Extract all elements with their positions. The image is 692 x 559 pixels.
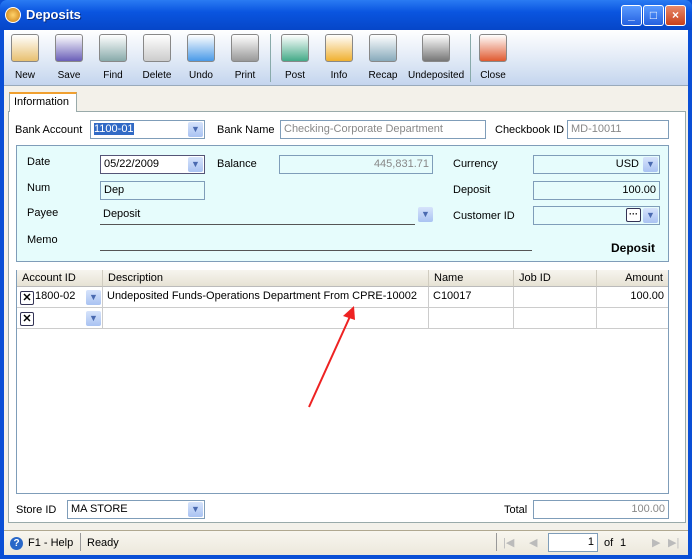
chevron-down-icon[interactable]: ▼ — [188, 502, 203, 517]
total-field: 100.00 — [533, 500, 669, 519]
store-id-value: MA STORE — [71, 503, 128, 515]
store-id-label: Store ID — [16, 504, 57, 516]
annotation-arrow — [308, 306, 355, 408]
help-shortcut[interactable]: F1 - Help — [28, 537, 73, 549]
of-label: of — [604, 537, 614, 549]
next-page-icon[interactable]: ▶ — [652, 536, 660, 549]
status-text: Ready — [87, 537, 119, 549]
help-icon[interactable]: ? — [10, 537, 23, 550]
total-label: Total — [504, 504, 528, 516]
status-divider — [80, 533, 81, 551]
page-count: 1 — [620, 537, 627, 549]
last-page-icon[interactable]: ▶| — [668, 536, 679, 549]
page-number-input[interactable]: 1 — [548, 533, 598, 552]
status-divider — [496, 533, 497, 551]
tab-information[interactable]: Information — [9, 92, 77, 112]
first-page-icon[interactable]: |◀ — [503, 536, 514, 549]
store-id-combo[interactable]: MA STORE ▼ — [67, 500, 205, 519]
previous-page-icon[interactable]: ◀ — [529, 536, 537, 549]
